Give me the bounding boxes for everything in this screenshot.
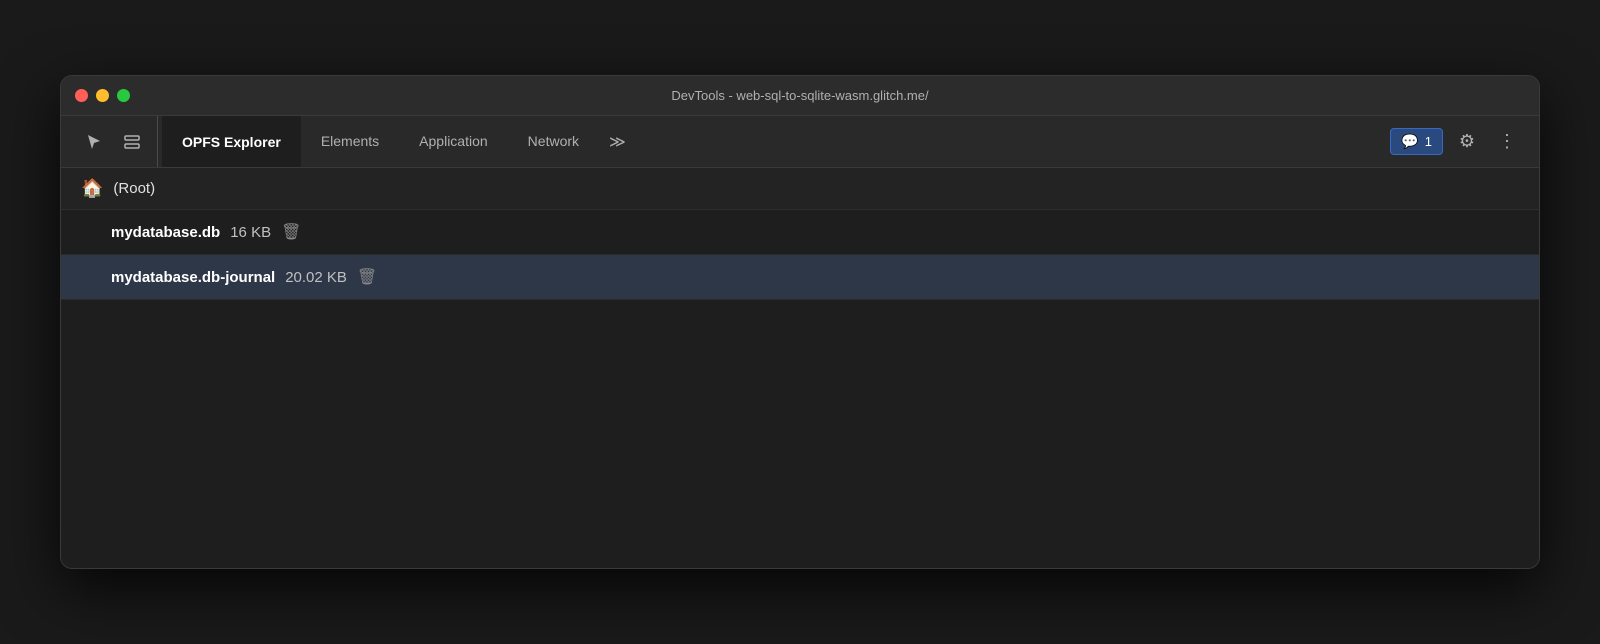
layers-icon[interactable] bbox=[115, 125, 149, 159]
close-button[interactable] bbox=[75, 89, 88, 102]
tab-elements[interactable]: Elements bbox=[301, 116, 399, 167]
file-size-2: 20.02 KB bbox=[285, 269, 347, 286]
more-options-button[interactable]: ⋮ bbox=[1491, 126, 1523, 158]
tab-opfs-explorer[interactable]: OPFS Explorer bbox=[162, 116, 301, 167]
tabs: OPFS Explorer Elements Application Netwo… bbox=[162, 116, 1390, 167]
tab-application[interactable]: Application bbox=[399, 116, 508, 167]
more-tabs-button[interactable]: ≫ bbox=[599, 116, 636, 167]
toolbar: OPFS Explorer Elements Application Netwo… bbox=[61, 116, 1539, 168]
maximize-button[interactable] bbox=[117, 89, 130, 102]
delete-file-1-button[interactable]: 🗑 bbox=[281, 222, 301, 242]
content-area: 🏠 (Root) mydatabase.db 16 KB 🗑 mydatabas… bbox=[61, 168, 1539, 568]
devtools-window: DevTools - web-sql-to-sqlite-wasm.glitch… bbox=[60, 75, 1540, 569]
cursor-icon[interactable] bbox=[77, 125, 111, 159]
chat-icon: 💬 bbox=[1401, 133, 1418, 150]
file-name-1: mydatabase.db bbox=[111, 224, 220, 241]
minimize-button[interactable] bbox=[96, 89, 109, 102]
window-title: DevTools - web-sql-to-sqlite-wasm.glitch… bbox=[671, 88, 928, 103]
file-name-2: mydatabase.db-journal bbox=[111, 269, 275, 286]
delete-file-2-button[interactable]: 🗑 bbox=[357, 267, 377, 287]
toolbar-right: 💬 1 ⚙ ⋮ bbox=[1390, 126, 1531, 158]
root-row[interactable]: 🏠 (Root) bbox=[61, 168, 1539, 210]
file-size-1: 16 KB bbox=[230, 224, 271, 241]
title-bar: DevTools - web-sql-to-sqlite-wasm.glitch… bbox=[61, 76, 1539, 116]
gear-icon: ⚙ bbox=[1459, 131, 1475, 152]
home-icon: 🏠 bbox=[81, 178, 103, 199]
chat-badge-button[interactable]: 💬 1 bbox=[1390, 128, 1443, 155]
traffic-lights bbox=[75, 89, 130, 102]
root-label: (Root) bbox=[113, 180, 155, 197]
toolbar-icons bbox=[69, 116, 158, 167]
settings-button[interactable]: ⚙ bbox=[1451, 126, 1483, 158]
badge-count: 1 bbox=[1425, 134, 1432, 149]
file-row-1[interactable]: mydatabase.db 16 KB 🗑 bbox=[61, 210, 1539, 255]
tab-network[interactable]: Network bbox=[508, 116, 599, 167]
file-row-2[interactable]: mydatabase.db-journal 20.02 KB 🗑 bbox=[61, 255, 1539, 300]
more-icon: ⋮ bbox=[1498, 131, 1516, 152]
